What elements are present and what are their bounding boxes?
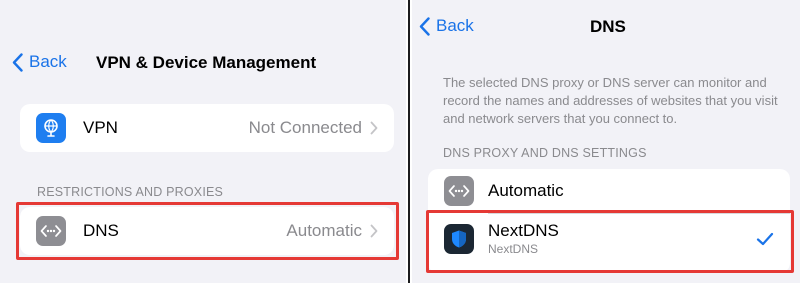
section-header: DNS PROXY AND DNS SETTINGS <box>443 146 647 160</box>
vpn-label: VPN <box>83 118 118 137</box>
dns-description: The selected DNS proxy or DNS server can… <box>443 75 778 126</box>
highlight-box <box>16 202 399 260</box>
option-label: Automatic <box>488 181 564 200</box>
section-header: RESTRICTIONS AND PROXIES <box>37 185 224 199</box>
back-button[interactable]: Back <box>419 16 474 36</box>
highlight-box <box>426 210 794 273</box>
option-automatic[interactable]: Automatic <box>428 176 790 206</box>
back-label: Back <box>29 52 67 71</box>
dns-icon <box>444 176 474 206</box>
vpn-device-management-screen: Back VPN & Device Management VPN Not Con… <box>0 0 406 283</box>
back-label: Back <box>436 16 474 35</box>
chevron-right-icon <box>370 121 378 135</box>
chevron-left-icon <box>419 16 430 36</box>
dns-screen: Back DNS The selected DNS proxy or DNS s… <box>412 0 800 283</box>
page-title: DNS <box>590 17 626 36</box>
chevron-left-icon <box>12 52 23 72</box>
vpn-row[interactable]: VPN Not Connected <box>20 104 394 152</box>
back-button[interactable]: Back <box>12 52 67 72</box>
page-title: VPN & Device Management <box>96 53 317 72</box>
vpn-status: Not Connected <box>248 118 362 137</box>
vpn-icon <box>36 113 66 143</box>
